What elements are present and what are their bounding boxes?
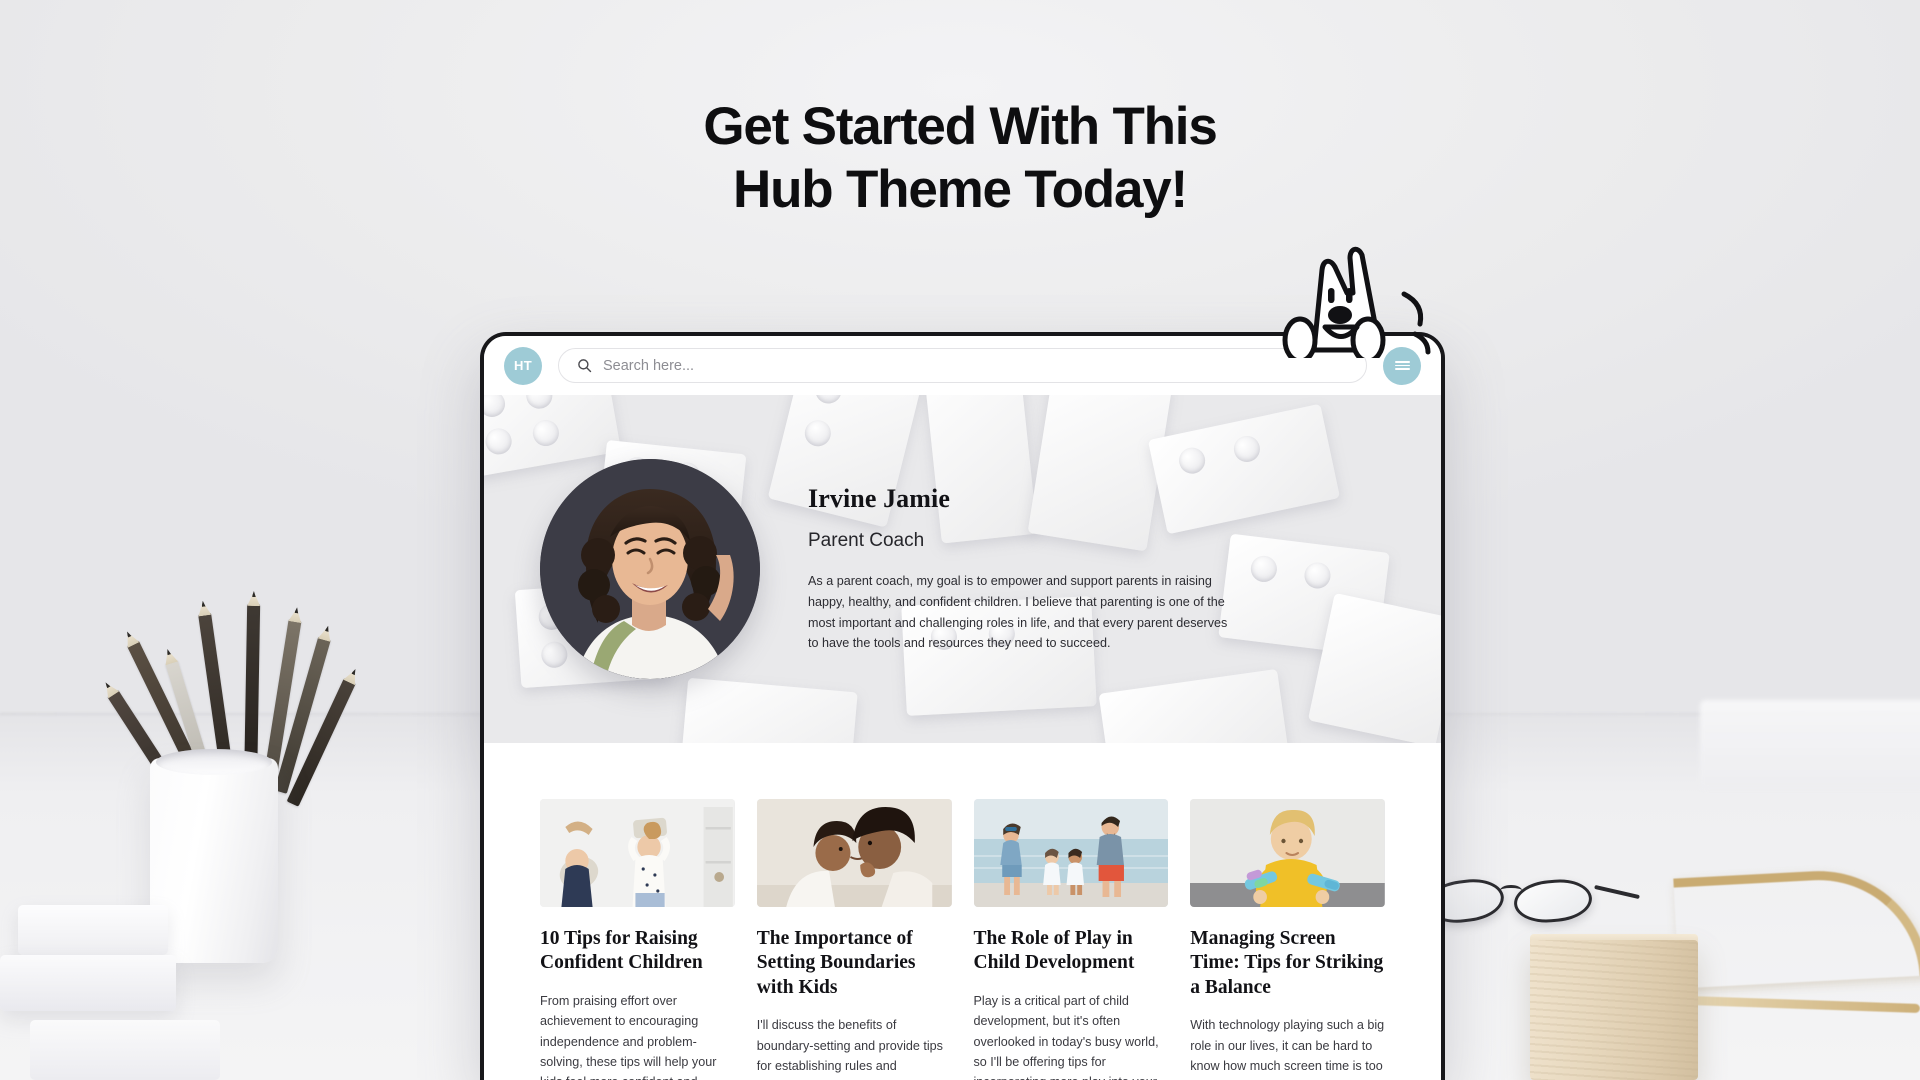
page-title-line-2: Hub Theme Today! <box>733 160 1188 220</box>
article-description: I'll discuss the benefits of boundary-se… <box>756 1018 943 1080</box>
article-card[interactable]: 10 Tips for Raising Confident Children F… <box>540 799 735 1080</box>
article-description: From praising effort over achievement to… <box>540 993 717 1080</box>
article-title: 10 Tips for Raising Confident Children <box>540 928 703 974</box>
profile-avatar <box>540 459 760 679</box>
blurred-board-right <box>1700 700 1920 790</box>
white-block-left-bottom <box>30 1020 220 1080</box>
profile-bio: As a parent coach, my goal is to empower… <box>808 573 1228 651</box>
wooden-block <box>1530 940 1698 1080</box>
search-placeholder: Search here... <box>603 357 695 374</box>
eyeglasses-lens-right <box>1512 876 1594 926</box>
browser-window: HT Search here... Irvine Jamie Parent Co… <box>480 332 1445 1080</box>
search-input[interactable]: Search here... <box>558 348 1367 383</box>
article-card-list: 10 Tips for Raising Confident Children F… <box>484 743 1441 1080</box>
white-block-left-middle <box>0 955 176 1011</box>
article-thumbnail <box>540 799 735 907</box>
rabbit-mascot-icon <box>1278 218 1448 364</box>
article-description: Play is a critical part of child develop… <box>973 993 1159 1080</box>
article-card[interactable]: Managing Screen Time: Tips for Striking … <box>1190 799 1385 1080</box>
eyeglasses-bridge <box>1500 885 1522 896</box>
article-thumbnail <box>973 799 1169 907</box>
page-title-line-1: Get Started With This <box>703 97 1217 156</box>
article-description: With technology playing such a big role … <box>1190 1018 1385 1080</box>
eyeglasses <box>1423 875 1640 936</box>
site-logo-text: HT <box>514 358 532 373</box>
article-title: Managing Screen Time: Tips for Striking … <box>1190 928 1384 998</box>
page-title: Get Started With This Hub Theme Today! <box>0 95 1920 221</box>
profile-role: Parent Coach <box>808 529 925 551</box>
article-thumbnail <box>756 799 952 907</box>
profile-text: Irvine Jamie Parent Coach As a parent co… <box>808 484 1238 655</box>
avatar-image <box>540 459 760 679</box>
hamburger-icon <box>1394 359 1410 371</box>
white-block-left-top <box>18 905 168 955</box>
article-thumbnail <box>1190 799 1385 907</box>
pencil-cup <box>150 749 278 963</box>
article-title: The Importance of Setting Boundaries wit… <box>756 928 916 998</box>
article-card[interactable]: The Importance of Setting Boundaries wit… <box>756 799 952 1080</box>
site-logo-badge[interactable]: HT <box>504 346 542 385</box>
search-icon <box>577 358 592 373</box>
profile-hero-section: Irvine Jamie Parent Coach As a parent co… <box>484 395 1441 743</box>
profile-name: Irvine Jamie <box>808 483 951 513</box>
article-title: The Role of Play in Child Development <box>973 928 1135 974</box>
article-card[interactable]: The Role of Play in Child Development Pl… <box>973 799 1169 1080</box>
